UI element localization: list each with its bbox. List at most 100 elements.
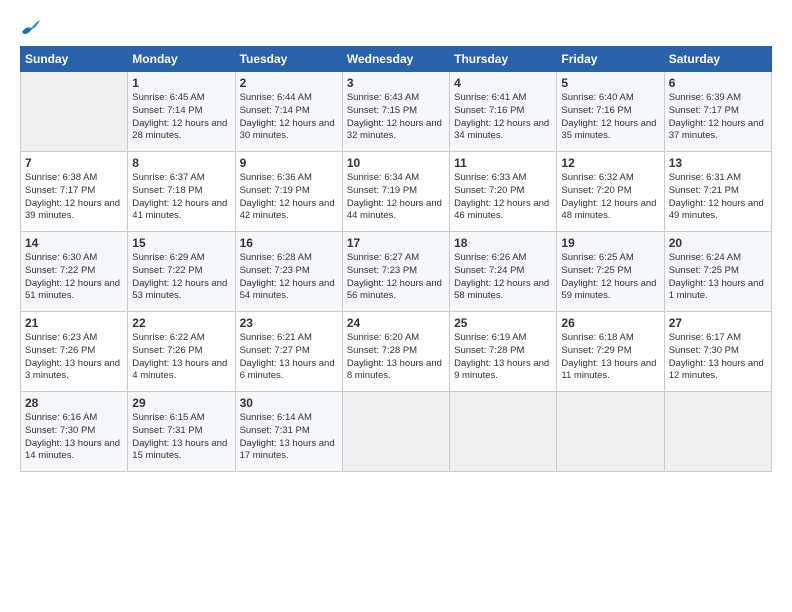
cell-info: Sunrise: 6:26 AMSunset: 7:24 PMDaylight:… [454, 252, 552, 303]
day-number: 6 [669, 76, 767, 90]
day-number: 19 [561, 236, 659, 250]
cell-info: Sunrise: 6:38 AMSunset: 7:17 PMDaylight:… [25, 172, 123, 223]
cell-info: Sunrise: 6:20 AMSunset: 7:28 PMDaylight:… [347, 332, 445, 383]
col-header-tuesday: Tuesday [235, 47, 342, 72]
day-number: 21 [25, 316, 123, 330]
header [20, 18, 772, 36]
day-number: 2 [240, 76, 338, 90]
day-number: 25 [454, 316, 552, 330]
cell-info: Sunrise: 6:22 AMSunset: 7:26 PMDaylight:… [132, 332, 230, 383]
calendar-cell: 12 Sunrise: 6:32 AMSunset: 7:20 PMDayligh… [557, 152, 664, 232]
cell-info: Sunrise: 6:37 AMSunset: 7:18 PMDaylight:… [132, 172, 230, 223]
day-number: 10 [347, 156, 445, 170]
calendar-cell: 24 Sunrise: 6:20 AMSunset: 7:28 PMDayligh… [342, 312, 449, 392]
calendar-cell [557, 392, 664, 472]
day-number: 30 [240, 396, 338, 410]
calendar-cell: 27 Sunrise: 6:17 AMSunset: 7:30 PMDayligh… [664, 312, 771, 392]
calendar-cell: 23 Sunrise: 6:21 AMSunset: 7:27 PMDayligh… [235, 312, 342, 392]
day-number: 1 [132, 76, 230, 90]
day-number: 18 [454, 236, 552, 250]
calendar-row-1: 7 Sunrise: 6:38 AMSunset: 7:17 PMDaylight… [21, 152, 772, 232]
calendar-cell: 28 Sunrise: 6:16 AMSunset: 7:30 PMDayligh… [21, 392, 128, 472]
cell-info: Sunrise: 6:14 AMSunset: 7:31 PMDaylight:… [240, 412, 338, 463]
cell-info: Sunrise: 6:43 AMSunset: 7:15 PMDaylight:… [347, 92, 445, 143]
cell-info: Sunrise: 6:32 AMSunset: 7:20 PMDaylight:… [561, 172, 659, 223]
cell-info: Sunrise: 6:36 AMSunset: 7:19 PMDaylight:… [240, 172, 338, 223]
day-number: 14 [25, 236, 123, 250]
calendar-cell: 6Sunrise: 6:39 AMSunset: 7:17 PMDaylight… [664, 72, 771, 152]
cell-info: Sunrise: 6:21 AMSunset: 7:27 PMDaylight:… [240, 332, 338, 383]
col-header-monday: Monday [128, 47, 235, 72]
calendar-cell: 11Sunrise: 6:33 AMSunset: 7:20 PMDayligh… [450, 152, 557, 232]
calendar-row-2: 14 Sunrise: 6:30 AMSunset: 7:22 PMDayligh… [21, 232, 772, 312]
calendar-cell: 20Sunrise: 6:24 AMSunset: 7:25 PMDayligh… [664, 232, 771, 312]
calendar-cell: 5Sunrise: 6:40 AMSunset: 7:16 PMDaylight… [557, 72, 664, 152]
day-number: 9 [240, 156, 338, 170]
calendar-cell [664, 392, 771, 472]
calendar-cell: 17 Sunrise: 6:27 AMSunset: 7:23 PMDayligh… [342, 232, 449, 312]
col-header-saturday: Saturday [664, 47, 771, 72]
cell-info: Sunrise: 6:33 AMSunset: 7:20 PMDaylight:… [454, 172, 552, 223]
cell-info: Sunrise: 6:24 AMSunset: 7:25 PMDaylight:… [669, 252, 767, 303]
calendar-cell: 18 Sunrise: 6:26 AMSunset: 7:24 PMDayligh… [450, 232, 557, 312]
day-number: 29 [132, 396, 230, 410]
logo [20, 18, 46, 36]
cell-info: Sunrise: 6:25 AMSunset: 7:25 PMDaylight:… [561, 252, 659, 303]
cell-info: Sunrise: 6:44 AMSunset: 7:14 PMDaylight:… [240, 92, 338, 143]
day-number: 7 [25, 156, 123, 170]
day-number: 3 [347, 76, 445, 90]
cell-info: Sunrise: 6:23 AMSunset: 7:26 PMDaylight:… [25, 332, 123, 383]
calendar-cell: 2 Sunrise: 6:44 AMSunset: 7:14 PMDaylight… [235, 72, 342, 152]
day-number: 15 [132, 236, 230, 250]
cell-info: Sunrise: 6:19 AMSunset: 7:28 PMDaylight:… [454, 332, 552, 383]
day-number: 27 [669, 316, 767, 330]
cell-info: Sunrise: 6:28 AMSunset: 7:23 PMDaylight:… [240, 252, 338, 303]
cell-info: Sunrise: 6:31 AMSunset: 7:21 PMDaylight:… [669, 172, 767, 223]
calendar-cell: 29 Sunrise: 6:15 AMSunset: 7:31 PMDayligh… [128, 392, 235, 472]
calendar-row-0: 1 Sunrise: 6:45 AMSunset: 7:14 PMDaylight… [21, 72, 772, 152]
cell-info: Sunrise: 6:34 AMSunset: 7:19 PMDaylight:… [347, 172, 445, 223]
calendar-cell: 7 Sunrise: 6:38 AMSunset: 7:17 PMDaylight… [21, 152, 128, 232]
col-header-wednesday: Wednesday [342, 47, 449, 72]
day-number: 12 [561, 156, 659, 170]
day-number: 5 [561, 76, 659, 90]
day-number: 4 [454, 76, 552, 90]
col-header-friday: Friday [557, 47, 664, 72]
calendar-row-3: 21 Sunrise: 6:23 AMSunset: 7:26 PMDayligh… [21, 312, 772, 392]
cell-info: Sunrise: 6:18 AMSunset: 7:29 PMDaylight:… [561, 332, 659, 383]
calendar-cell: 30 Sunrise: 6:14 AMSunset: 7:31 PMDayligh… [235, 392, 342, 472]
cell-info: Sunrise: 6:30 AMSunset: 7:22 PMDaylight:… [25, 252, 123, 303]
col-header-sunday: Sunday [21, 47, 128, 72]
calendar-cell: 25 Sunrise: 6:19 AMSunset: 7:28 PMDayligh… [450, 312, 557, 392]
cell-info: Sunrise: 6:17 AMSunset: 7:30 PMDaylight:… [669, 332, 767, 383]
page: SundayMondayTuesdayWednesdayThursdayFrid… [0, 0, 792, 612]
day-number: 17 [347, 236, 445, 250]
day-number: 28 [25, 396, 123, 410]
logo-bird-icon [20, 18, 42, 36]
calendar-cell: 3 Sunrise: 6:43 AMSunset: 7:15 PMDaylight… [342, 72, 449, 152]
calendar-cell: 15Sunrise: 6:29 AMSunset: 7:22 PMDayligh… [128, 232, 235, 312]
day-number: 13 [669, 156, 767, 170]
calendar-cell: 26 Sunrise: 6:18 AMSunset: 7:29 PMDayligh… [557, 312, 664, 392]
day-number: 26 [561, 316, 659, 330]
cell-info: Sunrise: 6:15 AMSunset: 7:31 PMDaylight:… [132, 412, 230, 463]
cell-info: Sunrise: 6:45 AMSunset: 7:14 PMDaylight:… [132, 92, 230, 143]
calendar-cell: 22 Sunrise: 6:22 AMSunset: 7:26 PMDayligh… [128, 312, 235, 392]
cell-info: Sunrise: 6:41 AMSunset: 7:16 PMDaylight:… [454, 92, 552, 143]
calendar-cell: 8 Sunrise: 6:37 AMSunset: 7:18 PMDaylight… [128, 152, 235, 232]
calendar-cell: 14 Sunrise: 6:30 AMSunset: 7:22 PMDayligh… [21, 232, 128, 312]
calendar-cell [450, 392, 557, 472]
calendar-cell: 10 Sunrise: 6:34 AMSunset: 7:19 PMDayligh… [342, 152, 449, 232]
header-row: SundayMondayTuesdayWednesdayThursdayFrid… [21, 47, 772, 72]
day-number: 24 [347, 316, 445, 330]
calendar-cell [21, 72, 128, 152]
day-number: 16 [240, 236, 338, 250]
calendar-cell [342, 392, 449, 472]
calendar-cell: 1 Sunrise: 6:45 AMSunset: 7:14 PMDaylight… [128, 72, 235, 152]
calendar-cell: 16 Sunrise: 6:28 AMSunset: 7:23 PMDayligh… [235, 232, 342, 312]
cell-info: Sunrise: 6:27 AMSunset: 7:23 PMDaylight:… [347, 252, 445, 303]
day-number: 8 [132, 156, 230, 170]
cell-info: Sunrise: 6:16 AMSunset: 7:30 PMDaylight:… [25, 412, 123, 463]
day-number: 23 [240, 316, 338, 330]
day-number: 22 [132, 316, 230, 330]
